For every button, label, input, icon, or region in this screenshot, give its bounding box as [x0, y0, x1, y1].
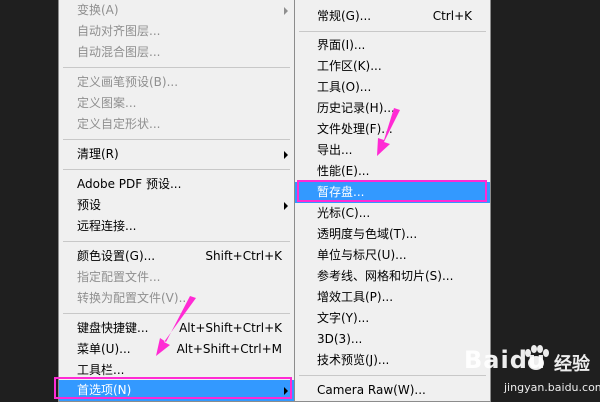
annotation-arrow-icon — [156, 296, 196, 356]
watermark-cn: 经验 — [554, 354, 590, 375]
paw-icon — [525, 345, 549, 370]
annotation-arrow-icon — [377, 108, 400, 156]
watermark-url: jingyan.baidu.com — [504, 381, 600, 394]
baidu-jingyan-watermark: Baidu 经验 jingyan.baidu.com — [442, 338, 600, 400]
